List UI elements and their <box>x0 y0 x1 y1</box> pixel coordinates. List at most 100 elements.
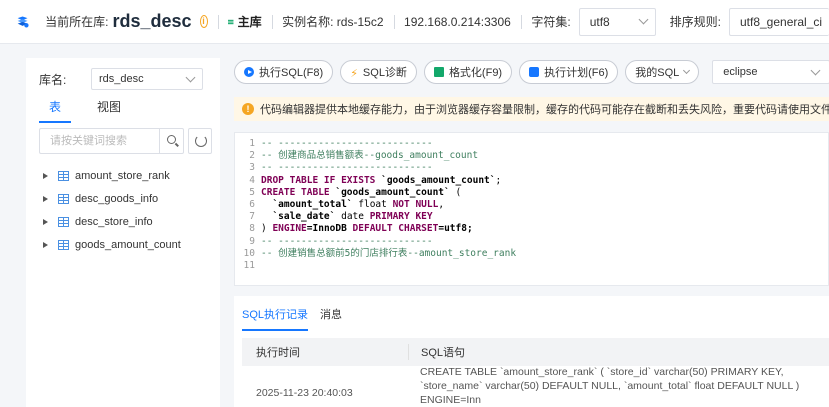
sql-diagnose-button[interactable]: ⚡ SQL诊断 <box>340 60 417 84</box>
column-header-time: 执行时间 <box>256 347 300 359</box>
table-name: goods_amount_count <box>75 238 181 251</box>
sql-statement-cell: CREATE TABLE `amount_store_rank` ( `stor… <box>420 366 800 406</box>
sql-punct: ( <box>449 186 462 198</box>
divider <box>217 14 219 29</box>
sql-value: =utf8; <box>438 223 473 235</box>
table-tree: amount_store_rank desc_goods_info desc_s… <box>43 164 181 256</box>
chevron-down-icon <box>638 14 649 25</box>
sql-punct: ) <box>261 223 273 235</box>
line-number: 1 <box>249 138 255 149</box>
tab-messages[interactable]: 消息 <box>320 306 342 331</box>
code-line: 1 -- --------------------------- <box>235 138 828 150</box>
results-tabs: SQL执行记录 消息 <box>242 306 354 331</box>
code-line: 3 -- --------------------------- <box>235 162 828 174</box>
chevron-down-icon <box>810 65 821 75</box>
sql-value: =InnoDB <box>306 223 353 235</box>
db-select-row: 库名: rds_desc <box>39 68 203 90</box>
theme-value: eclipse <box>723 66 758 78</box>
tab-views[interactable]: 视图 <box>87 96 131 123</box>
expand-arrow-icon[interactable] <box>43 195 48 202</box>
charset-value: utf8 <box>589 14 610 29</box>
sql-punct: , <box>438 198 445 210</box>
sql-keyword: CREATE TABLE <box>261 186 336 198</box>
db-select-value: rds_desc <box>99 73 144 85</box>
table-icon <box>58 170 69 181</box>
object-tabs: 表 视图 <box>39 96 147 123</box>
logo-icon <box>17 16 29 27</box>
line-number: 10 <box>243 247 255 259</box>
search-input[interactable]: 请按关键词搜索 <box>39 128 159 154</box>
table-icon <box>58 216 69 227</box>
info-icon[interactable]: i <box>199 15 208 28</box>
code-line: 10 -- 创建销售总额前5的门店排行表--amount_store_rank <box>235 248 828 260</box>
refresh-button[interactable] <box>188 128 212 154</box>
collation-select[interactable]: utf8_general_ci <box>728 7 829 36</box>
tree-item-table[interactable]: amount_store_rank <box>43 164 181 187</box>
code-text: -- --------------------------- <box>261 138 433 149</box>
execution-plan-button[interactable]: 执行计划(F6) <box>519 60 619 84</box>
line-number: 9 <box>249 235 255 247</box>
expand-arrow-icon[interactable] <box>43 172 48 179</box>
tab-sql-history[interactable]: SQL执行记录 <box>242 306 309 331</box>
run-sql-button[interactable]: 执行SQL(F8) <box>234 60 334 84</box>
db-label: 库名: <box>39 72 67 87</box>
table-row[interactable]: 2025-11-23 20:40:03 CREATE TABLE `amount… <box>242 366 829 406</box>
code-line: 5 CREATE TABLE `goods_amount_count` ( <box>235 187 828 199</box>
line-number: 7 <box>249 211 255 223</box>
my-sql-dropdown[interactable]: 我的SQL <box>625 60 700 84</box>
code-text: -- 创建商品总销售额表--goods_amount_count <box>261 150 479 162</box>
tree-item-table[interactable]: desc_store_info <box>43 210 181 233</box>
code-text: -- 创建销售总额前5的门店排行表--amount_store_rank <box>261 247 517 259</box>
collation-value: utf8_general_ci <box>739 14 823 29</box>
code-line: 7 `sale_date` date PRIMARY KEY <box>235 211 828 223</box>
divider <box>520 14 522 29</box>
sql-keyword: ENGINE <box>272 223 307 235</box>
run-sql-label: 执行SQL(F8) <box>259 67 324 79</box>
format-button[interactable]: 格式化(F9) <box>423 60 513 84</box>
line-number: 8 <box>249 223 255 235</box>
chevron-down-icon <box>185 72 196 82</box>
sql-editor[interactable]: 1 -- --------------------------- 2 -- 创建商品… <box>234 132 829 286</box>
sql-identifier: `goods_amount_count` <box>381 174 496 186</box>
chevron-down-icon <box>683 66 691 74</box>
tree-item-table[interactable]: desc_goods_info <box>43 187 181 210</box>
table-icon <box>58 193 69 204</box>
sql-identifier: `goods_amount_count` <box>335 186 450 198</box>
sql-identifier: `sale_date` <box>272 211 336 223</box>
top-header: 当前所在库: rds_desc i 主库 实例名称: rds-15c2 192.… <box>0 0 829 44</box>
search-icon <box>167 135 176 144</box>
search-button[interactable] <box>159 128 184 154</box>
line-number: 4 <box>249 174 255 186</box>
current-db-label: 当前所在库: <box>45 15 109 29</box>
master-db-label: 主库 <box>237 15 262 29</box>
table-search: 请按关键词搜索 <box>39 128 212 154</box>
master-db-icon <box>228 19 234 24</box>
theme-select[interactable]: eclipse <box>712 60 829 84</box>
my-sql-label: 我的SQL <box>635 67 680 79</box>
code-text: -- --------------------------- <box>261 162 433 174</box>
tree-item-table[interactable]: goods_amount_count <box>43 233 181 256</box>
db-select[interactable]: rds_desc <box>91 68 203 90</box>
line-number: 2 <box>249 150 255 162</box>
expand-arrow-icon[interactable] <box>43 218 48 225</box>
tab-tables[interactable]: 表 <box>39 96 72 123</box>
code-line: 2 -- 创建商品总销售额表--goods_amount_count <box>235 150 828 162</box>
sql-keyword: NOT NULL <box>392 198 439 210</box>
format-label: 格式化(F9) <box>448 67 503 79</box>
expand-arrow-icon[interactable] <box>43 241 48 248</box>
collation-label: 排序规则: <box>669 15 721 29</box>
sql-type: float <box>352 198 393 210</box>
code-line: 8) ENGINE=InnoDB DEFAULT CHARSET=utf8; <box>235 223 828 235</box>
results-panel: SQL执行记录 消息 执行时间 SQL语句 2025-11-23 20:40:0… <box>234 296 829 407</box>
code-line: 11 <box>235 260 828 272</box>
left-panel: 库名: rds_desc 表 视图 请按关键词搜索 amount_store_r… <box>26 58 220 407</box>
line-number: 6 <box>249 198 255 210</box>
table-header: 执行时间 SQL语句 <box>242 338 829 366</box>
charset-select[interactable]: utf8 <box>578 7 656 36</box>
line-number: 5 <box>249 186 255 198</box>
charset-label: 字符集: <box>531 15 571 29</box>
divider <box>393 14 395 29</box>
sql-type: date <box>335 211 370 223</box>
editor-toolbar: 执行SQL(F8) ⚡ SQL诊断 格式化(F9) 执行计划(F6) 我的SQL… <box>234 60 829 84</box>
host-address: 192.168.0.214:3306 <box>404 14 511 29</box>
